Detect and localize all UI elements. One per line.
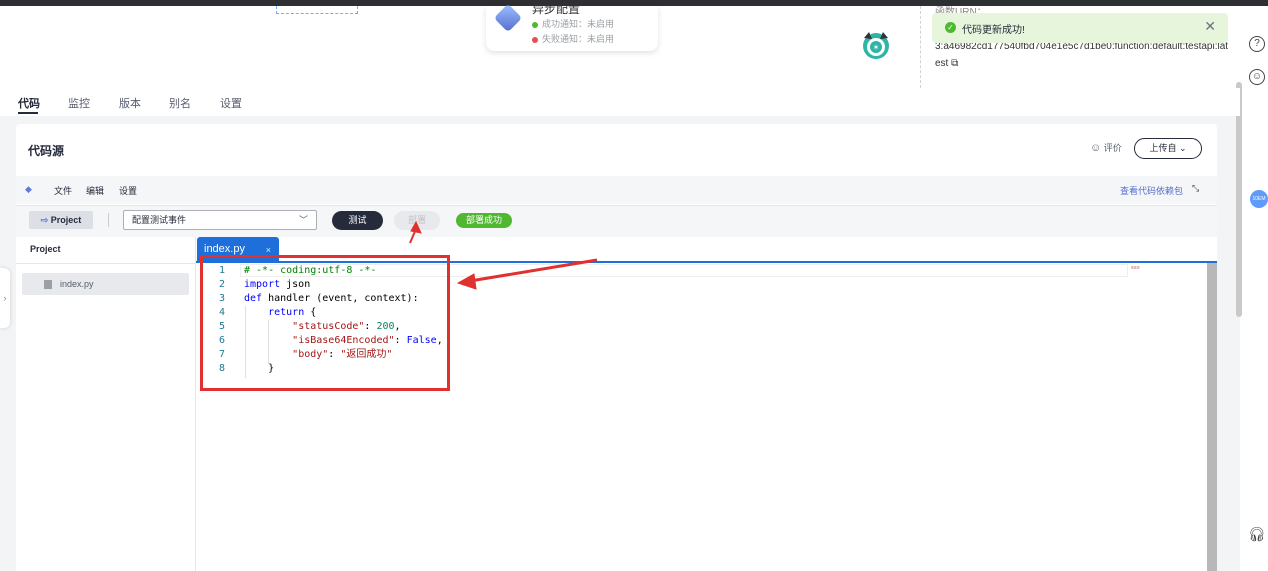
chevron-down-icon: ⌄: [1178, 143, 1187, 153]
project-icon: ⇨: [40, 215, 49, 225]
chevron-down-icon: ﹀: [298, 215, 308, 225]
async-config-card[interactable]: 异步配置 成功通知：未启用 失败通知：未启用: [486, 2, 658, 51]
view-dependencies-link[interactable]: 查看代码依赖包: [1120, 184, 1183, 197]
fullscreen-icon[interactable]: ⤡: [1192, 183, 1199, 194]
test-button[interactable]: 测试: [332, 211, 383, 230]
code-highlight-box: [200, 255, 450, 391]
section-title: 代码源: [28, 144, 65, 158]
editor-menubar: [16, 176, 1217, 204]
collapse-handle[interactable]: ›: [0, 268, 10, 328]
active-tab-indicator: [18, 112, 38, 114]
function-tabs: 代码 监控 版本 别名 设置: [0, 88, 1240, 116]
rail-badge[interactable]: 10EM: [1250, 190, 1268, 208]
dashed-placeholder: [276, 6, 358, 14]
tab-alias[interactable]: 别名: [169, 95, 191, 111]
tab-monitor[interactable]: 监控: [68, 95, 90, 111]
deploy-success-badge: 部署成功: [456, 213, 512, 228]
project-toggle-button[interactable]: ⇨ Project: [29, 211, 93, 229]
async-config-title: 异步配置: [532, 2, 581, 16]
test-event-select[interactable]: 配置测试事件 ﹀: [123, 210, 317, 230]
summary-divider: [920, 6, 921, 88]
copy-icon[interactable]: ⧉: [951, 58, 958, 69]
success-toast: ✓ 代码更新成功! ✕: [932, 13, 1228, 43]
help-icon[interactable]: ?: [1249, 36, 1265, 52]
editor-logo-icon: ◆: [25, 184, 32, 194]
page-scrollbar[interactable]: [1236, 82, 1242, 317]
tab-version[interactable]: 版本: [119, 95, 141, 111]
file-item-index-py[interactable]: index.py: [22, 273, 189, 295]
failure-dot: [532, 36, 538, 43]
mascot-avatar-icon[interactable]: ✶: [860, 30, 892, 60]
minimap[interactable]: ≡≡≡: [1131, 265, 1140, 271]
success-notice: 成功通知：未启用: [532, 17, 614, 30]
success-dot: [532, 21, 538, 28]
tab-code[interactable]: 代码: [18, 95, 40, 111]
success-check-icon: ✓: [945, 22, 956, 33]
toast-message: 代码更新成功!: [962, 25, 1025, 36]
feedback-smile-icon[interactable]: ☺: [1249, 69, 1265, 85]
project-panel-title: Project: [30, 244, 61, 254]
failure-notice: 失败通知：未启用: [532, 32, 614, 45]
svg-text:✶: ✶: [873, 43, 880, 52]
file-icon: [44, 280, 52, 289]
upload-from-dropdown[interactable]: 上传自 ⌄: [1134, 138, 1202, 159]
menu-settings[interactable]: 设置: [119, 184, 137, 197]
toolbar-separator: [108, 213, 109, 227]
editor-scrollbar[interactable]: [1207, 263, 1217, 571]
project-panel-divider: [16, 263, 196, 264]
menu-edit[interactable]: 编辑: [86, 184, 104, 197]
urn-value-line2: est: [935, 58, 949, 69]
rate-link[interactable]: ☺ 评价: [1090, 141, 1122, 154]
deploy-button[interactable]: 部署: [394, 211, 440, 230]
async-config-icon: [493, 3, 523, 33]
tab-settings[interactable]: 设置: [220, 95, 242, 111]
function-urn: 函数URN： 3:a46982cd177540fbd704e1e5c7d1be0…: [935, 7, 1228, 72]
toast-close-icon[interactable]: ✕: [1204, 18, 1216, 35]
right-rail: [1240, 6, 1268, 571]
customer-service-icon[interactable]: 🎧︎: [1248, 526, 1266, 543]
rate-smile-icon: ☺: [1090, 142, 1102, 154]
menu-file[interactable]: 文件: [54, 184, 72, 197]
